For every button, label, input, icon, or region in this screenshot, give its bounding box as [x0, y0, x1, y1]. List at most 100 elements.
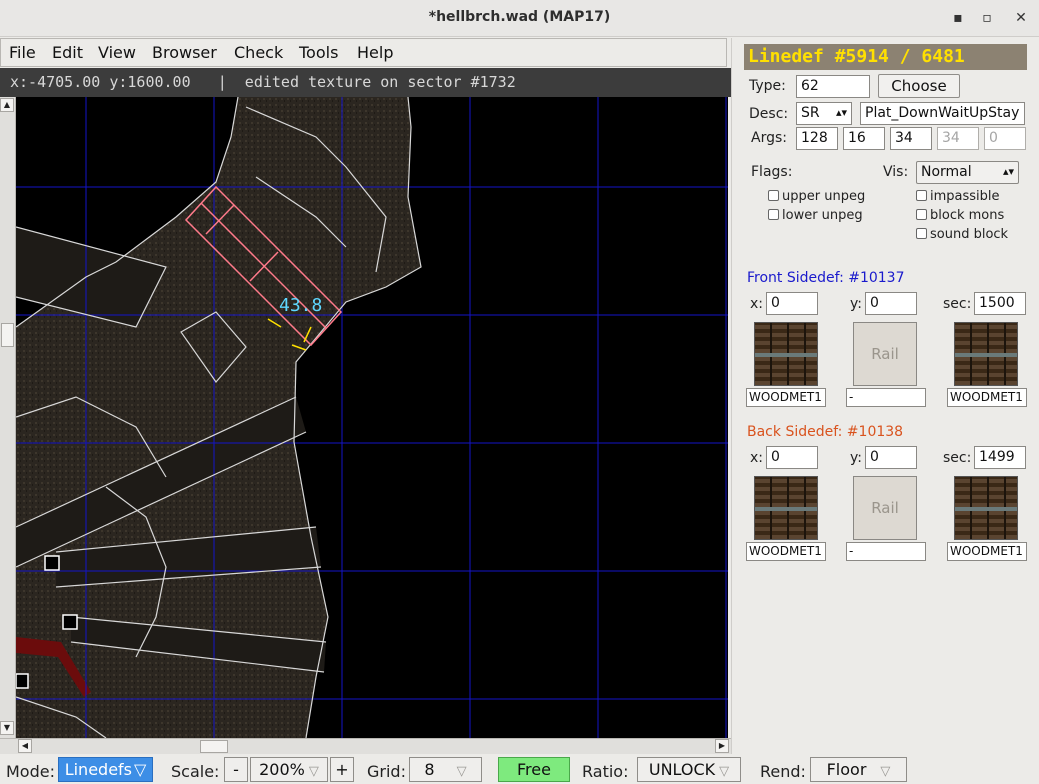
- arg3-input[interactable]: 34: [890, 127, 932, 150]
- vis-value: Normal: [921, 164, 972, 180]
- menu-view[interactable]: View: [98, 43, 136, 62]
- vertex[interactable]: [16, 673, 29, 689]
- scale-select[interactable]: 200% ▽: [250, 757, 328, 782]
- back-middle-name[interactable]: -: [846, 542, 926, 561]
- upper-unpeg-checkbox[interactable]: upper unpeg: [768, 189, 865, 204]
- arg4-input[interactable]: 34: [937, 127, 979, 150]
- checkbox-icon: [916, 190, 927, 201]
- scale-minus-button[interactable]: -: [224, 757, 248, 782]
- front-upper-name[interactable]: WOODMET1: [746, 388, 826, 407]
- upper-unpeg-label: upper unpeg: [782, 189, 866, 204]
- scale-plus-button[interactable]: +: [330, 757, 354, 782]
- desc-label: Desc:: [749, 106, 789, 122]
- checkbox-icon: [768, 190, 779, 201]
- desc-text-field[interactable]: Plat_DownWaitUpStay: [860, 102, 1025, 125]
- scroll-up-icon[interactable]: ▲: [0, 98, 14, 112]
- map-canvas[interactable]: 43.8: [16, 97, 728, 738]
- mode-value: Linedefs: [64, 760, 132, 779]
- back-upper-texture[interactable]: [754, 476, 818, 540]
- arg2-input[interactable]: 16: [843, 127, 885, 150]
- checkbox-icon: [916, 228, 927, 239]
- scroll-left-icon[interactable]: ◀: [18, 739, 32, 753]
- desc-trigger-select[interactable]: SR ▴▾: [796, 102, 852, 125]
- checkbox-icon: [768, 209, 779, 220]
- dropdown-triangle-icon: ▽: [719, 764, 730, 779]
- menu-browser[interactable]: Browser: [152, 43, 217, 62]
- lower-unpeg-checkbox[interactable]: lower unpeg: [768, 208, 863, 223]
- back-x-input[interactable]: 0: [766, 446, 818, 469]
- linedef-header: Linedef #5914 / 6481: [744, 44, 1027, 70]
- front-lower-name[interactable]: WOODMET1: [947, 388, 1027, 407]
- back-sidedef-title: Back Sidedef: #10138: [747, 424, 904, 440]
- dropdown-triangle-icon: ▽: [134, 760, 147, 779]
- checkbox-icon: [916, 209, 927, 220]
- back-rail-texture[interactable]: Rail: [853, 476, 917, 540]
- minimize-button[interactable]: ▪: [948, 8, 968, 28]
- window-title: *hellbrch.wad (MAP17): [428, 9, 611, 25]
- horizontal-scrollbar[interactable]: ◀ ▶: [0, 738, 731, 754]
- close-button[interactable]: ✕: [1011, 8, 1031, 28]
- arg5-input[interactable]: 0: [984, 127, 1026, 150]
- mode-select[interactable]: Linedefs ▽: [58, 757, 153, 782]
- ratio-value: UNLOCK: [648, 760, 716, 779]
- block-mons-checkbox[interactable]: block mons: [916, 208, 1004, 223]
- vertical-scroll-thumb[interactable]: [1, 323, 14, 347]
- menu-bar: File Edit View Browser Check Tools Help: [0, 38, 727, 67]
- choose-button[interactable]: Choose: [878, 74, 960, 98]
- type-input[interactable]: 62: [796, 75, 870, 98]
- front-sec-input[interactable]: 1500: [974, 292, 1026, 315]
- block-mons-label: block mons: [930, 208, 1005, 223]
- impassible-label: impassible: [930, 189, 1000, 204]
- vis-select[interactable]: Normal ▴▾: [916, 161, 1019, 184]
- arg1-input[interactable]: 128: [796, 127, 838, 150]
- ratio-select[interactable]: UNLOCK ▽: [637, 757, 741, 782]
- desc-trigger-value: SR: [801, 105, 820, 121]
- sound-block-label: sound block: [930, 227, 1009, 242]
- back-sec-label: sec:: [943, 450, 972, 466]
- front-middle-name[interactable]: -: [846, 388, 926, 407]
- grid-select[interactable]: 8 ▽: [409, 757, 482, 782]
- free-toggle-button[interactable]: Free: [498, 757, 570, 782]
- back-sec-input[interactable]: 1499: [974, 446, 1026, 469]
- scroll-right-icon[interactable]: ▶: [715, 739, 729, 753]
- vertical-scrollbar[interactable]: ▲ ▼: [0, 97, 16, 738]
- front-rail-texture[interactable]: Rail: [853, 322, 917, 386]
- dropdown-triangle-icon: ▽: [880, 764, 891, 779]
- menu-edit[interactable]: Edit: [52, 43, 83, 62]
- scale-label: Scale:: [171, 762, 220, 781]
- horizontal-scroll-thumb[interactable]: [200, 740, 228, 753]
- dropdown-triangle-icon: ▽: [456, 764, 467, 779]
- grid-label: Grid:: [367, 762, 406, 781]
- menu-tools[interactable]: Tools: [299, 43, 338, 62]
- back-upper-name[interactable]: WOODMET1: [746, 542, 826, 561]
- scroll-down-icon[interactable]: ▼: [0, 721, 14, 735]
- menu-file[interactable]: File: [9, 43, 36, 62]
- back-lower-texture[interactable]: [954, 476, 1018, 540]
- scale-value: 200%: [259, 760, 305, 779]
- sound-block-checkbox[interactable]: sound block: [916, 227, 1008, 242]
- front-y-input[interactable]: 0: [865, 292, 917, 315]
- rend-select[interactable]: Floor ▽: [810, 757, 907, 782]
- menu-check[interactable]: Check: [234, 43, 283, 62]
- front-sec-label: sec:: [943, 296, 972, 312]
- status-line: x:-4705.00 y:1600.00 | edited texture on…: [0, 68, 731, 97]
- rend-value: Floor: [826, 760, 867, 779]
- impassible-checkbox[interactable]: impassible: [916, 189, 1000, 204]
- args-label: Args:: [751, 130, 787, 146]
- bottom-toolbar: Mode: Linedefs ▽ Scale: - 200% ▽ + Grid: 8…: [0, 754, 1039, 784]
- updown-icon: ▴▾: [835, 106, 847, 119]
- menu-help[interactable]: Help: [357, 43, 393, 62]
- vertex[interactable]: [62, 614, 78, 630]
- length-label: 43.8: [279, 295, 322, 316]
- back-lower-name[interactable]: WOODMET1: [947, 542, 1027, 561]
- map-drawing: 43.8: [16, 97, 728, 738]
- front-upper-texture[interactable]: [754, 322, 818, 386]
- back-y-label: y:: [850, 450, 862, 466]
- maximize-button[interactable]: ▫: [977, 8, 997, 28]
- back-y-input[interactable]: 0: [865, 446, 917, 469]
- vertex[interactable]: [44, 555, 60, 571]
- front-y-label: y:: [850, 296, 862, 312]
- dropdown-triangle-icon: ▽: [308, 764, 319, 779]
- front-lower-texture[interactable]: [954, 322, 1018, 386]
- front-x-input[interactable]: 0: [766, 292, 818, 315]
